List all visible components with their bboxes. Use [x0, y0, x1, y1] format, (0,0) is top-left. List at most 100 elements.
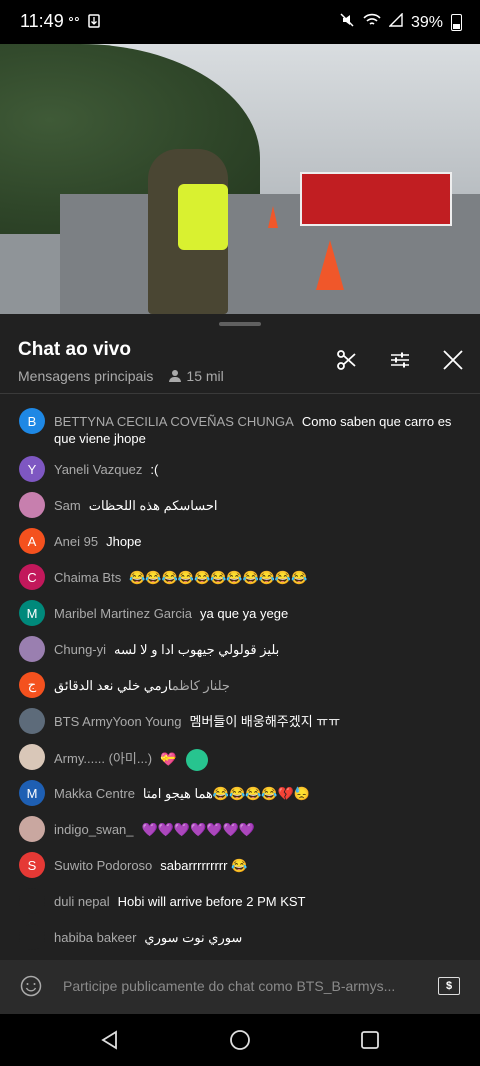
avatar[interactable]: [19, 816, 45, 842]
wifi-icon: [363, 13, 381, 32]
avatar[interactable]: [19, 708, 45, 734]
avatar[interactable]: ج: [19, 672, 45, 698]
avatar[interactable]: [19, 492, 45, 518]
sliders-icon: [391, 352, 409, 368]
message-author: Army...... (아미...): [54, 751, 153, 767]
message-author: indigo_swan_: [54, 822, 134, 837]
message-author: Anei 95: [54, 534, 99, 549]
emoji-button[interactable]: [20, 975, 42, 997]
chat-filter-row[interactable]: Mensagens principais 15 mil: [18, 368, 224, 384]
dollar-icon: $: [445, 980, 453, 992]
avatar[interactable]: [19, 888, 45, 914]
message-text: 😂😂😂😂😂😂😂😂😂😂😂: [129, 570, 308, 585]
avatar[interactable]: Y: [19, 456, 45, 482]
safety-vest: [178, 184, 228, 250]
chat-message: C Chaima Bts 😂😂😂😂😂😂😂😂😂😂😂: [0, 564, 480, 590]
traffic-cone: [316, 240, 344, 290]
scissors-button[interactable]: [332, 345, 362, 375]
avatar[interactable]: C: [19, 564, 45, 590]
avatar[interactable]: B: [19, 408, 45, 434]
message-text: احساسكم هذه اللحظات: [88, 498, 218, 513]
message-text: 💝: [160, 751, 177, 767]
battery-percent: 39%: [410, 13, 443, 31]
fire-truck: [300, 172, 452, 226]
message-text: ya que ya yege: [200, 606, 289, 621]
chat-message-list[interactable]: B BETTYNA CECILIA COVEÑAS CHUNGA Como sab…: [0, 394, 480, 960]
message-text: هما هيجو امتا😂😂😂😂💔😓: [142, 786, 310, 801]
chat-message: indigo_swan_ 💜💜💜💜💜💜💜: [0, 816, 480, 842]
voicemail-icon: ᐤᐤ: [68, 14, 80, 31]
drag-handle[interactable]: [219, 322, 261, 326]
message-author: جلنار كاظم: [171, 678, 230, 693]
viewer-count: 15 mil: [186, 368, 224, 384]
scissors-icon: [337, 350, 356, 370]
home-button[interactable]: [228, 1028, 252, 1052]
message-author: habiba bakeer: [54, 930, 137, 945]
message-text: sabarrrrrrrrr 😂: [160, 858, 248, 873]
avatar[interactable]: M: [19, 600, 45, 626]
uninstall-icon: [87, 12, 100, 32]
avatar[interactable]: [19, 636, 45, 662]
settings-sliders-button[interactable]: [385, 345, 415, 375]
chat-message: A Anei 95 Jhope: [0, 528, 480, 554]
recents-icon: [361, 1031, 379, 1049]
back-button[interactable]: [98, 1028, 122, 1052]
chat-message: duli nepal Hobi will arrive before 2 PM K…: [0, 888, 480, 914]
recents-button[interactable]: [358, 1028, 382, 1052]
chat-message: M Makka Centre هما هيجو امتا😂😂😂😂💔😓: [0, 780, 480, 806]
person-icon: [169, 370, 182, 382]
system-nav-bar: [0, 1014, 480, 1066]
home-icon: [230, 1030, 250, 1050]
message-text: 멤버들이 배웅해주겠지 ㅠㅠ: [189, 714, 341, 729]
message-author: BETTYNA CECILIA COVEÑAS CHUNGA: [54, 414, 294, 429]
live-chat-panel: Chat ao vivo Mensagens principais 15 mil…: [0, 314, 480, 1014]
chat-message: M Maribel Martinez Garcia ya que ya yege: [0, 600, 480, 626]
chat-input-bar: Participe publicamente do chat como BTS_…: [0, 960, 480, 1014]
message-author: Maribel Martinez Garcia: [54, 606, 192, 621]
traffic-cone: [268, 206, 278, 228]
status-bar: 11:49 ᐤᐤ 39%: [0, 0, 480, 44]
message-text: Hobi will arrive before 2 PM KST: [117, 894, 306, 909]
message-text: Jhope: [106, 534, 142, 549]
battery-icon: [451, 14, 462, 31]
message-author: duli nepal: [54, 894, 110, 909]
chat-message: Chung-yi بليز قولولي جيهوب ادا و لا لسه: [0, 636, 480, 662]
avatar[interactable]: A: [19, 528, 45, 554]
chat-input[interactable]: Participe publicamente do chat como BTS_…: [63, 978, 433, 994]
avatar[interactable]: M: [19, 780, 45, 806]
smiley-icon: [20, 975, 42, 997]
video-player[interactable]: [0, 44, 480, 314]
avatar[interactable]: [19, 744, 45, 770]
message-text: 💜💜💜💜💜💜💜: [141, 822, 255, 837]
chat-title: Chat ao vivo: [18, 339, 131, 360]
avatar[interactable]: S: [19, 852, 45, 878]
super-chat-button[interactable]: $: [438, 977, 460, 995]
status-time: 11:49: [20, 11, 64, 31]
close-icon: [443, 350, 463, 370]
message-author: Suwito Podoroso: [54, 858, 153, 873]
chat-message: Y Yaneli Vazquez :(: [0, 456, 480, 482]
message-author: Chung-yi: [54, 642, 107, 657]
message-text: سوري نوت سوري: [144, 930, 243, 945]
message-author: Makka Centre: [54, 786, 135, 801]
message-text: :(: [150, 462, 159, 477]
sticker-icon: [186, 749, 209, 771]
chat-message: Sam احساسكم هذه اللحظات: [0, 492, 480, 518]
chat-message: BTS ArmyYoon Young 멤버들이 배웅해주겠지 ㅠㅠ: [0, 708, 480, 734]
avatar[interactable]: [19, 924, 45, 950]
message-text: ارمي خلي نعد الدقائق: [54, 678, 172, 693]
chat-message: habiba bakeer سوري نوت سوري: [0, 924, 480, 950]
mute-icon: [339, 12, 355, 33]
message-text: بليز قولولي جيهوب ادا و لا لسه: [114, 642, 280, 657]
chat-filter[interactable]: Mensagens principais: [18, 368, 153, 384]
chat-message: ج جلنار كاظمارمي خلي نعد الدقائق: [0, 672, 480, 698]
chat-message: B BETTYNA CECILIA COVEÑAS CHUNGA Como sab…: [0, 408, 480, 447]
message-author: Chaima Bts: [54, 570, 122, 585]
message-author: Sam: [54, 498, 81, 513]
message-author: Yaneli Vazquez: [54, 462, 143, 477]
chat-message: Army...... (아미...) 💝: [0, 744, 480, 771]
message-author: BTS ArmyYoon Young: [54, 714, 182, 729]
close-chat-button[interactable]: [438, 345, 468, 375]
signal-icon: [388, 12, 403, 32]
chat-message: S Suwito Podoroso sabarrrrrrrrr 😂: [0, 852, 480, 878]
